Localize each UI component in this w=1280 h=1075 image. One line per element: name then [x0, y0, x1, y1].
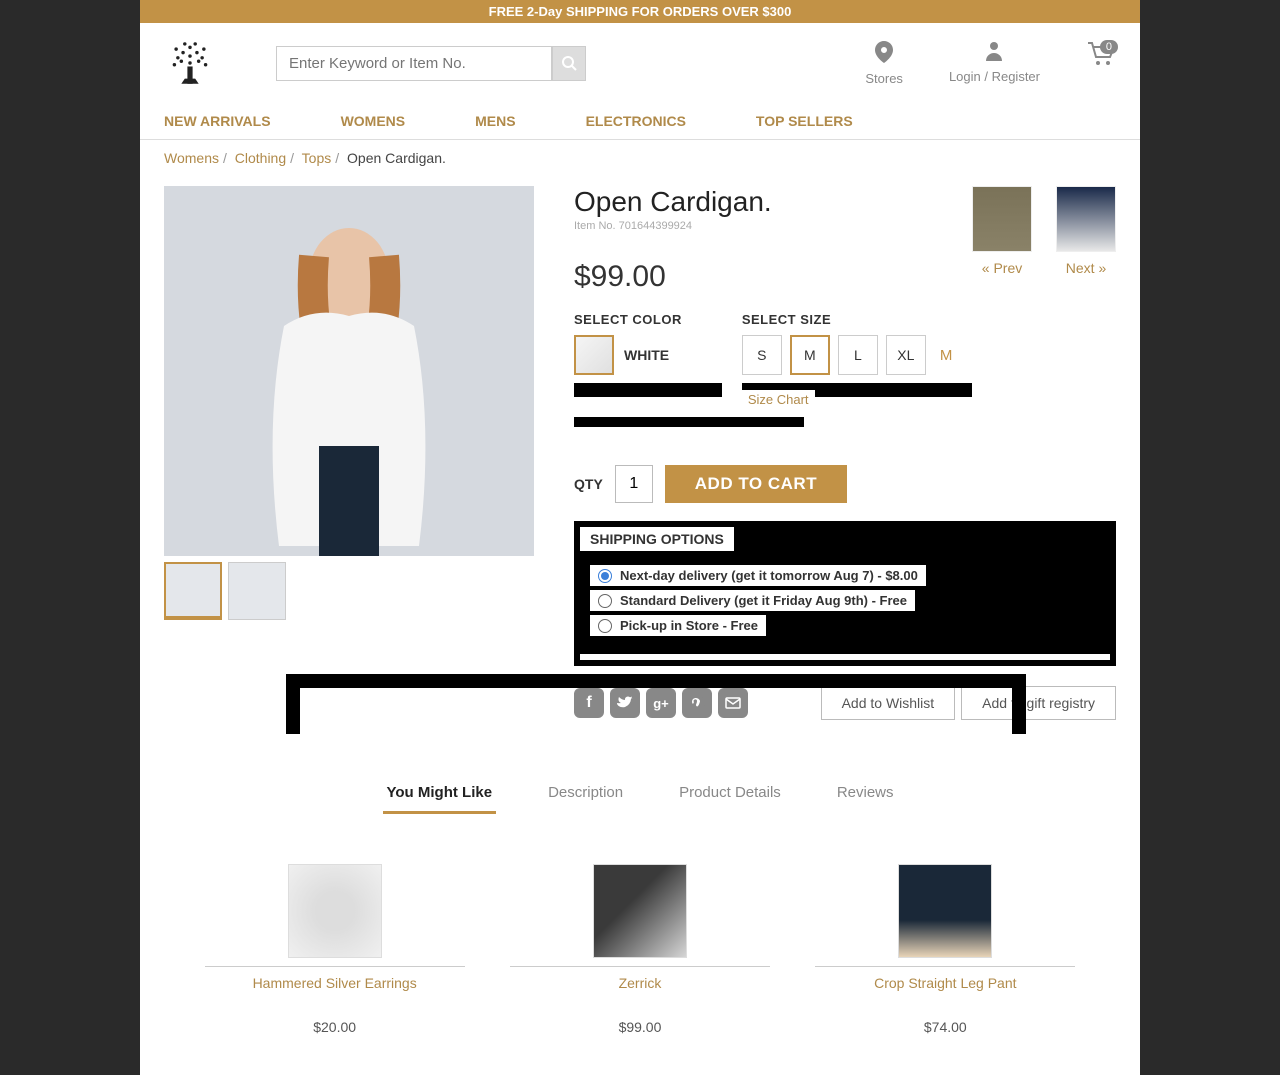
- search-input[interactable]: [276, 46, 552, 81]
- thumb-1[interactable]: [164, 562, 222, 620]
- prev-thumb: [972, 186, 1032, 252]
- add-to-cart-button[interactable]: ADD TO CART: [665, 465, 847, 503]
- logo[interactable]: [164, 37, 216, 89]
- search-box: [276, 46, 586, 81]
- crumb-tops[interactable]: Tops: [302, 150, 332, 166]
- pinterest-icon[interactable]: [682, 688, 712, 718]
- add-to-gift-registry-button[interactable]: Add to gift registry: [961, 686, 1116, 720]
- nav-electronics[interactable]: ELECTRONICS: [586, 103, 686, 139]
- recommendations: Hammered Silver Earrings $20.00 Zerrick …: [164, 814, 1116, 1075]
- main-nav: NEW ARRIVALS WOMENS MENS ELECTRONICS TOP…: [140, 103, 1140, 140]
- size-label: SELECT SIZE: [742, 312, 972, 327]
- twitter-icon[interactable]: [610, 688, 640, 718]
- search-icon: [561, 55, 577, 71]
- login-link[interactable]: Login / Register: [949, 41, 1040, 84]
- rec-item[interactable]: Zerrick $99.00: [510, 864, 770, 1035]
- email-icon[interactable]: [718, 688, 748, 718]
- rec-item[interactable]: Crop Straight Leg Pant $74.00: [815, 864, 1075, 1035]
- rec-item[interactable]: Hammered Silver Earrings $20.00: [205, 864, 465, 1035]
- rec-image: [288, 864, 382, 958]
- qty-label: QTY: [574, 476, 603, 492]
- breadcrumb: Womens/ Clothing/ Tops/ Open Cardigan.: [140, 140, 1140, 176]
- product-details: « Prev Next » Open Cardigan. Item No. 70…: [574, 186, 1116, 734]
- search-button[interactable]: [552, 46, 586, 81]
- nav-mens[interactable]: MENS: [475, 103, 515, 139]
- rec-image: [593, 864, 687, 958]
- qty-input[interactable]: [615, 465, 653, 503]
- facebook-icon[interactable]: f: [574, 688, 604, 718]
- rec-image: [898, 864, 992, 958]
- detail-tabs: You Might Like Description Product Detai…: [164, 734, 1116, 814]
- crumb-current: Open Cardigan.: [347, 150, 446, 166]
- cart-link[interactable]: 0: [1086, 41, 1116, 75]
- color-label: SELECT COLOR: [574, 312, 682, 327]
- product-main-image[interactable]: [164, 186, 534, 556]
- size-xl[interactable]: XL: [886, 335, 926, 375]
- thumb-2[interactable]: [228, 562, 286, 620]
- prev-product[interactable]: « Prev: [972, 186, 1032, 276]
- product-gallery: [164, 186, 534, 734]
- nav-top-sellers[interactable]: TOP SELLERS: [756, 103, 853, 139]
- tab-description[interactable]: Description: [544, 774, 627, 814]
- pin-icon: [865, 41, 903, 69]
- shipping-header: SHIPPING OPTIONS: [580, 527, 734, 551]
- radio-icon: [598, 619, 612, 633]
- cart-badge: 0: [1100, 40, 1118, 54]
- size-m[interactable]: M: [790, 335, 830, 375]
- size-s[interactable]: S: [742, 335, 782, 375]
- stores-link[interactable]: Stores: [865, 41, 903, 86]
- add-to-wishlist-button[interactable]: Add to Wishlist: [821, 686, 956, 720]
- promo-banner: FREE 2-Day SHIPPING FOR ORDERS OVER $300: [140, 0, 1140, 23]
- radio-icon: [598, 569, 612, 583]
- crumb-clothing[interactable]: Clothing: [235, 150, 286, 166]
- nav-new-arrivals[interactable]: NEW ARRIVALS: [164, 103, 271, 139]
- googleplus-icon[interactable]: g+: [646, 688, 676, 718]
- next-thumb: [1056, 186, 1116, 252]
- shipping-options: SHIPPING OPTIONS Next-day delivery (get …: [574, 521, 1116, 666]
- radio-icon: [598, 594, 612, 608]
- color-name: WHITE: [624, 347, 669, 363]
- size-chart-link[interactable]: Size Chart: [742, 390, 815, 409]
- crumb-womens[interactable]: Womens: [164, 150, 219, 166]
- ship-option-standard[interactable]: Standard Delivery (get it Friday Aug 9th…: [590, 590, 915, 611]
- tab-product-details[interactable]: Product Details: [675, 774, 785, 814]
- header: Stores Login / Register 0: [140, 23, 1140, 103]
- size-l[interactable]: L: [838, 335, 878, 375]
- color-swatch-white[interactable]: [574, 335, 614, 375]
- ship-option-nextday[interactable]: Next-day delivery (get it tomorrow Aug 7…: [590, 565, 926, 586]
- ship-option-pickup[interactable]: Pick-up in Store - Free: [590, 615, 766, 636]
- next-product[interactable]: Next »: [1056, 186, 1116, 276]
- size-selected: M: [940, 347, 953, 364]
- tab-reviews[interactable]: Reviews: [833, 774, 898, 814]
- nav-womens[interactable]: WOMENS: [341, 103, 406, 139]
- user-icon: [949, 41, 1040, 67]
- tab-you-might-like[interactable]: You Might Like: [383, 774, 497, 814]
